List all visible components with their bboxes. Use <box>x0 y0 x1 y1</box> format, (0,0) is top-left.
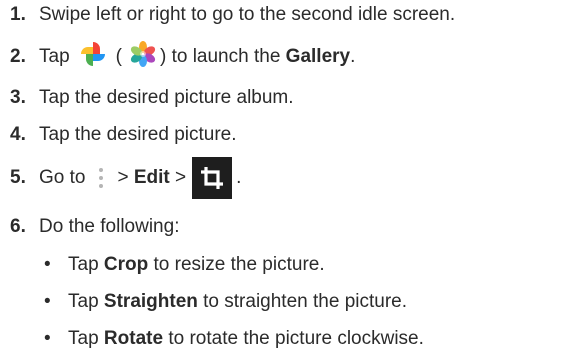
step-number: 6. <box>10 216 26 237</box>
bullet-mark: • <box>44 291 51 312</box>
step-text: Tap ( ) to launch the Gallery. <box>39 39 355 75</box>
arrow-text: > <box>169 167 187 188</box>
step-number: 5. <box>10 167 26 188</box>
bullet-text: Tap Rotate to rotate the picture clockwi… <box>68 328 424 350</box>
bullet-mark: • <box>44 328 51 349</box>
bullet-bold-text: Rotate <box>103 328 164 349</box>
gallery-flower-icon <box>128 39 158 75</box>
bullet-post-text: to straighten the picture. <box>203 291 407 312</box>
bullet-pre-text: Tap <box>68 291 99 312</box>
step-pre-text: Go to <box>39 167 86 188</box>
bullet-bold-text: Straighten <box>103 291 198 312</box>
paren-open: ( <box>115 46 122 67</box>
step-post-text: . <box>350 46 356 67</box>
step-mid-text: ) to launch the <box>159 46 281 67</box>
step-post-text: . <box>236 167 242 188</box>
step-text: Go to > Edit > . <box>39 157 241 199</box>
step-number: 1. <box>10 4 26 25</box>
bullet-post-text: to resize the picture. <box>153 254 325 275</box>
edit-label: Edit <box>133 167 170 188</box>
step-text: Tap the desired picture. <box>39 124 237 145</box>
step-text: Tap the desired picture album. <box>39 87 294 108</box>
gallery-label: Gallery <box>285 46 351 67</box>
arrow-text: > <box>117 167 134 188</box>
step-number: 3. <box>10 87 26 108</box>
crop-icon <box>192 157 233 199</box>
bullet-post-text: to rotate the picture clockwise. <box>168 328 424 349</box>
bullet-bold-text: Crop <box>103 254 149 275</box>
more-options-vertical-dots-icon <box>91 163 111 193</box>
step-pre-text: Tap <box>39 46 70 67</box>
step-number: 2. <box>10 46 26 67</box>
step-text: Swipe left or right to go to the second … <box>39 4 456 25</box>
bullet-mark: • <box>44 254 51 275</box>
step-text: Do the following: <box>39 216 180 237</box>
bullet-text: Tap Crop to resize the picture. <box>68 254 325 276</box>
bullet-text: Tap Straighten to straighten the picture… <box>68 291 407 313</box>
bullet-pre-text: Tap <box>68 328 99 349</box>
bullet-pre-text: Tap <box>68 254 99 275</box>
google-photos-pinwheel-icon <box>78 39 108 75</box>
step-number: 4. <box>10 124 26 145</box>
